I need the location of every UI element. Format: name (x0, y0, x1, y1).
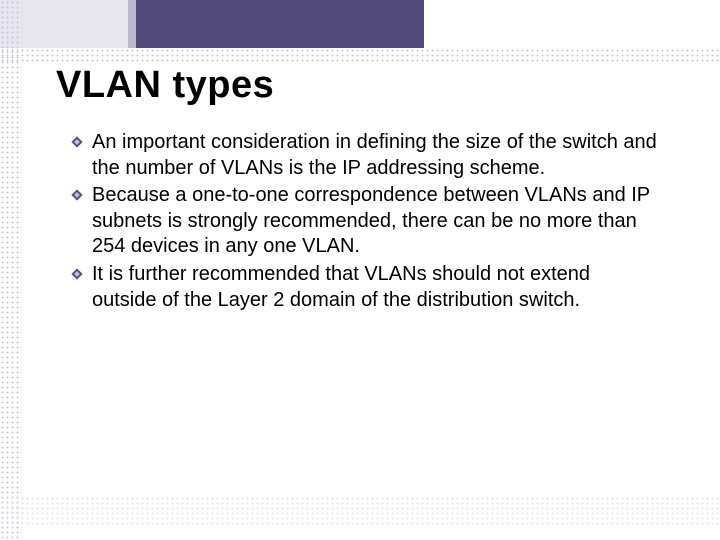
dotted-texture-bottom (0, 496, 720, 526)
list-item-text: Because a one-to-one correspondence betw… (92, 183, 660, 260)
diamond-bullet-icon (70, 267, 84, 281)
header-band-mid (128, 0, 136, 48)
list-item-text: It is further recommended that VLANs sho… (92, 262, 660, 313)
bullet-list: An important consideration in defining t… (70, 130, 660, 315)
list-item-text: An important consideration in defining t… (92, 130, 660, 181)
diamond-bullet-icon (70, 135, 84, 149)
header-band-dark (136, 0, 424, 48)
dotted-texture-left (0, 0, 22, 540)
header-band (0, 0, 720, 48)
dotted-texture-top (0, 48, 720, 62)
list-item: Because a one-to-one correspondence betw… (70, 183, 660, 260)
list-item: It is further recommended that VLANs sho… (70, 262, 660, 313)
page-title: VLAN types (56, 64, 274, 107)
diamond-bullet-icon (70, 188, 84, 202)
list-item: An important consideration in defining t… (70, 130, 660, 181)
